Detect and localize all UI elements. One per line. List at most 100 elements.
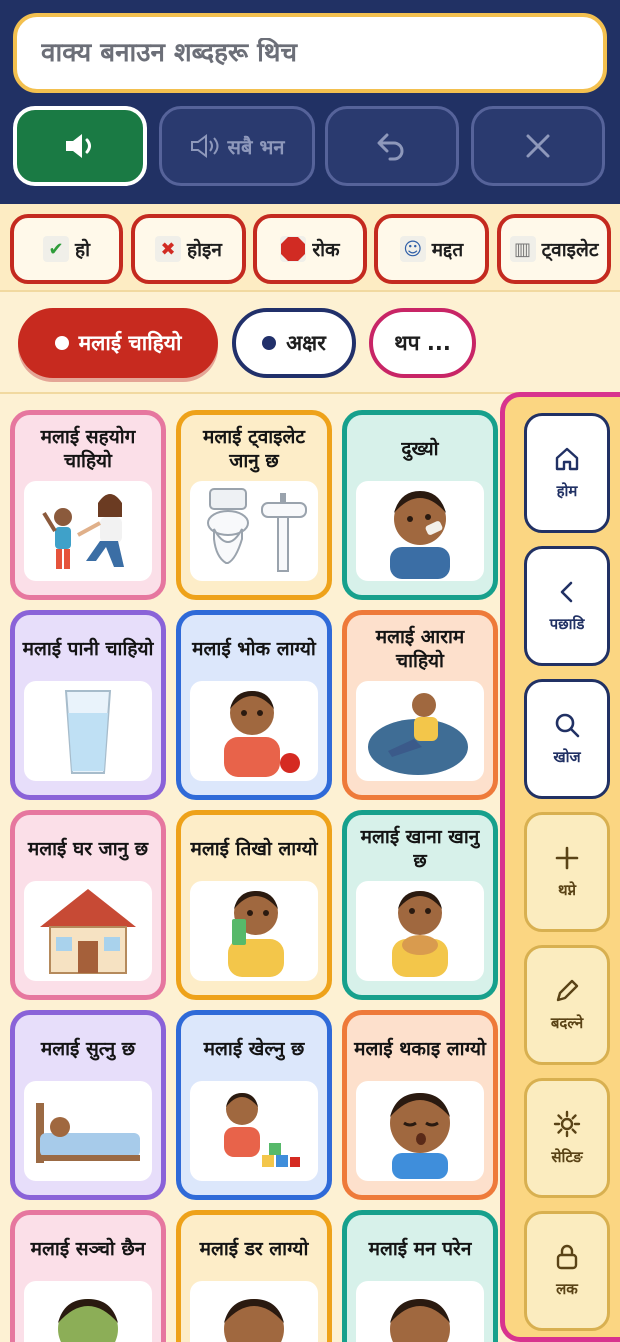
card-toilet[interactable]: मलाई ट्वाइलेट जानु छ	[176, 410, 332, 600]
undo-icon	[377, 133, 404, 161]
card-dislike[interactable]: मलाई मन परेन	[342, 1210, 498, 1342]
card-label: मलाई खेल्नु छ	[203, 1038, 305, 1060]
sidebar-item-lock[interactable]: लक	[524, 1211, 610, 1331]
sentence-input[interactable]	[41, 38, 603, 68]
quick-help-button[interactable]: ☺ मद्दत	[374, 214, 489, 284]
sentence-bar[interactable]	[13, 13, 607, 93]
sidebar-item-label: सेटिङ	[551, 1148, 583, 1166]
card-label: मलाई डर लाग्यो	[199, 1238, 309, 1260]
card-label: दुख्यो	[401, 438, 439, 460]
sidebar-item-home[interactable]: होम	[524, 413, 610, 533]
card-need-help[interactable]: मलाई सहयोग चाहियो	[10, 410, 166, 600]
quick-help-label: मद्दत	[431, 239, 464, 261]
sleeping-bed-icon	[24, 1081, 152, 1181]
playing-blocks-icon	[190, 1081, 318, 1181]
card-label: मलाई पानी चाहियो	[22, 638, 154, 660]
speak-all-button[interactable]: सबै भन	[159, 106, 315, 186]
sidebar-item-label: थप्ने	[557, 881, 577, 899]
quick-toilet-label: ट्वाइलेट	[541, 239, 599, 261]
sidebar-item-add[interactable]: थप्ने	[524, 812, 610, 932]
undo-button[interactable]	[325, 106, 459, 186]
card-eat-food[interactable]: मलाई खाना खानु छ	[342, 810, 498, 1000]
card-thirsty[interactable]: मलाई तिखो लाग्यो	[176, 810, 332, 1000]
card-label: मलाई थकाइ लाग्यो	[354, 1038, 486, 1060]
house-icon	[24, 881, 152, 981]
quick-yes-button[interactable]: ✔ हो	[10, 214, 123, 284]
close-icon	[526, 134, 550, 158]
card-label: मलाई घर जानु छ	[27, 838, 149, 860]
speak-all-label: सबै भन	[227, 134, 285, 159]
sick-child-icon	[24, 1281, 152, 1342]
speaker-icon	[66, 134, 91, 158]
check-icon: ✔	[42, 236, 69, 262]
tab-more[interactable]: थप ...	[369, 308, 476, 378]
sidebar-item-label: पछाडि	[549, 615, 585, 633]
card-tired[interactable]: मलाई थकाइ लाग्यो	[342, 1010, 498, 1200]
stop-sign-icon	[280, 236, 307, 262]
tab-label: मलाई चाहियो	[78, 331, 182, 355]
card-sick[interactable]: मलाई सञ्चो छैन	[10, 1210, 166, 1342]
tab-letters[interactable]: अक्षर	[232, 308, 356, 378]
card-label: मलाई तिखो लाग्यो	[190, 838, 318, 860]
tab-label: अक्षर	[286, 331, 326, 355]
sidebar-item-label: बदल्ने	[550, 1014, 584, 1032]
card-label: मलाई ट्वाइलेट जानु छ	[203, 426, 305, 472]
tool-sidebar: होम पछाडि खोज थप्ने बदल्ने सेटिङ लक	[500, 392, 620, 1342]
header-bar: सबै भन	[0, 0, 620, 204]
quick-phrases-bar: ✔ हो ✖ होइन रोक ☺ मद्दत ▥ ट्वाइलेट	[0, 204, 620, 292]
card-hungry[interactable]: मलाई भोक लाग्यो	[176, 610, 332, 800]
help-icon: ☺	[399, 236, 426, 262]
quick-stop-button[interactable]: रोक	[253, 214, 367, 284]
card-label: मलाई आराम चाहियो	[375, 626, 465, 672]
phrase-grid: मलाई सहयोग चाहियो मलाई ट्वाइलेट जानु छ द…	[0, 396, 500, 1342]
cross-icon: ✖	[155, 236, 182, 262]
quick-stop-label: रोक	[312, 239, 340, 261]
quick-toilet-button[interactable]: ▥ ट्वाइलेट	[497, 214, 611, 284]
quick-no-label: होइन	[187, 239, 222, 261]
help-people-icon	[24, 481, 152, 581]
tired-child-icon	[356, 1081, 484, 1181]
card-label: मलाई खाना खानु छ	[360, 826, 480, 872]
upset-child-icon	[356, 1281, 484, 1342]
toilet-icon: ▥	[509, 236, 536, 262]
card-scared[interactable]: मलाई डर लाग्यो	[176, 1210, 332, 1342]
tab-i-want[interactable]: मलाई चाहियो	[18, 308, 218, 378]
speak-button[interactable]	[13, 106, 147, 186]
clear-button[interactable]	[471, 106, 605, 186]
chevron-left-icon	[560, 581, 573, 603]
sidebar-item-settings[interactable]: सेटिङ	[524, 1078, 610, 1198]
card-go-home[interactable]: मलाई घर जानु छ	[10, 810, 166, 1000]
card-play[interactable]: मलाई खेल्नु छ	[176, 1010, 332, 1200]
card-rest[interactable]: मलाई आराम चाहियो	[342, 610, 498, 800]
card-sleep[interactable]: मलाई सुत्नु छ	[10, 1010, 166, 1200]
sidebar-item-label: खोज	[553, 748, 581, 766]
card-water[interactable]: मलाई पानी चाहियो	[10, 610, 166, 800]
home-icon	[555, 447, 579, 471]
card-label: मलाई भोक लाग्यो	[192, 638, 316, 660]
sidebar-item-label: लक	[556, 1280, 578, 1298]
category-tabs: मलाई चाहियो अक्षर थप ...	[0, 294, 620, 394]
tab-label: थप ...	[394, 331, 451, 355]
sidebar-item-label: होम	[556, 482, 578, 500]
hungry-child-icon	[190, 681, 318, 781]
eating-child-icon	[356, 881, 484, 981]
sidebar-item-back[interactable]: पछाडि	[524, 546, 610, 666]
card-label: मलाई सहयोग चाहियो	[40, 426, 136, 472]
gear-icon	[553, 1110, 581, 1138]
pencil-icon	[556, 979, 579, 1002]
rest-beanbag-icon	[356, 681, 484, 781]
card-label: मलाई सुत्नु छ	[40, 1038, 136, 1060]
speaker-outline-icon	[191, 134, 219, 158]
hurt-child-icon	[356, 481, 484, 581]
toilet-sink-icon	[190, 481, 318, 581]
quick-no-button[interactable]: ✖ होइन	[131, 214, 246, 284]
quick-yes-label: हो	[74, 239, 90, 261]
sidebar-item-edit[interactable]: बदल्ने	[524, 945, 610, 1065]
tab-dot-icon	[262, 336, 277, 350]
lock-icon	[556, 1244, 578, 1270]
plus-icon	[555, 846, 579, 870]
card-hurts[interactable]: दुख्यो	[342, 410, 498, 600]
thirsty-child-icon	[190, 881, 318, 981]
sidebar-item-search[interactable]: खोज	[524, 679, 610, 799]
scared-child-icon	[190, 1281, 318, 1342]
